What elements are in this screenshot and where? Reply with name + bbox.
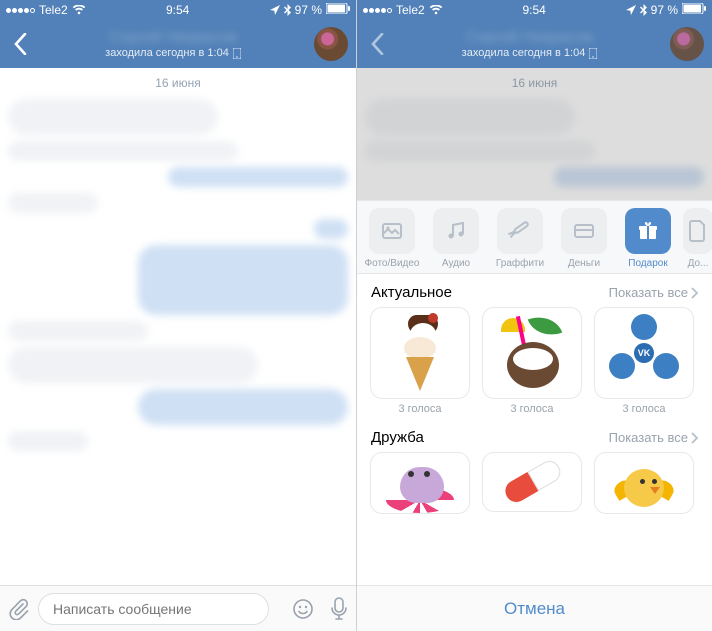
gift-price: 3 голоса xyxy=(510,403,553,415)
section-title: Дружба xyxy=(371,429,424,446)
gift-item-hippo[interactable] xyxy=(369,452,471,512)
wifi-icon xyxy=(429,5,443,15)
chat-header: Сергей Некрасов заходила сегодня в 1:04 xyxy=(0,20,356,68)
show-all-link[interactable]: Показать все xyxy=(609,430,698,445)
chat-header: Сергей Некрасов заходила сегодня в 1:04 xyxy=(357,20,712,68)
chat-title[interactable]: Сергей Некрасов xyxy=(38,28,308,47)
wifi-icon xyxy=(72,5,86,15)
attach-doc[interactable]: До... xyxy=(681,208,712,269)
message-input-wrap xyxy=(38,593,322,625)
gift-price: 3 голоса xyxy=(398,403,441,415)
composer xyxy=(0,585,356,631)
gifts-sheet[interactable]: Актуальное Показать все 3 голоса 3 голос… xyxy=(357,274,712,585)
gift-item-spinner[interactable]: VK 3 голоса xyxy=(593,307,695,415)
attach-label: Граффити xyxy=(496,258,544,269)
avatar[interactable] xyxy=(670,27,704,61)
battery-label: 97 % xyxy=(651,3,678,17)
battery-icon xyxy=(682,3,706,17)
brush-icon xyxy=(497,208,543,254)
message-in: xxxx xxxx xxxx xxxx xxxx xxxx xyxy=(365,141,595,161)
attach-gift[interactable]: Подарок xyxy=(617,208,679,269)
battery-label: 97 % xyxy=(295,3,322,17)
message-in[interactable]: xxxx xxxx xxxx xxxx xxxx xxxx xyxy=(8,141,238,161)
message-out[interactable]: xxxx xxxx xxxx xxxx xxxx xxxx xxxx xxxx … xyxy=(138,245,348,315)
gift-item-pill[interactable] xyxy=(481,452,583,512)
statusbar: Tele2 9:54 97 % xyxy=(0,0,356,20)
bluetooth-icon xyxy=(284,4,291,16)
attach-label: Деньги xyxy=(568,258,600,269)
attachment-bar[interactable]: Фото/Видео Аудио Граффити Деньги Подарок… xyxy=(357,200,712,274)
message-out[interactable]: xxxx xxxx xxxx xxxx xxxx xxxx xyxy=(138,389,348,425)
signal-dots-icon xyxy=(6,8,35,13)
gift-item-icecream[interactable]: 3 голоса xyxy=(369,307,471,415)
message-input[interactable] xyxy=(38,593,269,625)
messages-dimmed: 16 июня xxxx xxxx xxxx xxxx xxxx xxxx xx… xyxy=(357,68,712,200)
attach-graffiti[interactable]: Граффити xyxy=(489,208,551,269)
gift-item-chick[interactable] xyxy=(593,452,695,512)
bluetooth-icon xyxy=(640,4,647,16)
signal-dots-icon xyxy=(363,8,392,13)
mobile-icon xyxy=(589,48,597,59)
mic-icon[interactable] xyxy=(330,597,348,621)
message-out: xxxx xxxx xxxx xyxy=(554,167,704,187)
show-all-label: Показать все xyxy=(609,285,688,300)
message-out[interactable]: xx xyxy=(314,219,348,239)
clock-label: 9:54 xyxy=(166,3,189,17)
attach-label: До... xyxy=(688,258,709,269)
chat-title[interactable]: Сергей Некрасов xyxy=(395,28,664,47)
message-in: xxxx xxxx xxxx xxxx xxxx xyxy=(365,99,575,135)
back-icon[interactable] xyxy=(8,33,32,55)
photo-icon xyxy=(369,208,415,254)
message-in[interactable]: xxxx xxxx xxxx xyxy=(8,321,148,341)
show-all-link[interactable]: Показать все xyxy=(609,285,698,300)
cancel-label: Отмена xyxy=(504,599,565,619)
message-in[interactable]: xxxxxx 😊 xyxy=(8,193,98,213)
message-out[interactable]: xxxx xxxx xxxx xxxx xyxy=(168,167,348,187)
date-separator: 16 июня xyxy=(0,68,356,96)
chevron-right-icon xyxy=(690,287,698,299)
battery-icon xyxy=(326,3,350,17)
messages-scroll[interactable]: 16 июня xxxx xxxx xxxx xxxx xxxx xxxx xx… xyxy=(0,68,356,585)
message-in[interactable]: xxxx xxxx xxxx xxxx xxxx xyxy=(8,99,218,135)
location-icon xyxy=(626,5,636,15)
message-in[interactable]: xxxxx xyxy=(8,431,88,451)
carrier-label: Tele2 xyxy=(39,3,68,17)
screenshot-gifts: Tele2 9:54 97 % Сергей Некрасов заходила… xyxy=(356,0,712,631)
attach-icon[interactable] xyxy=(8,598,30,620)
section-title: Актуальное xyxy=(371,284,452,301)
last-seen-label: заходила сегодня в 1:04 xyxy=(462,47,586,60)
gift-icon xyxy=(625,208,671,254)
attach-label: Подарок xyxy=(628,258,667,269)
mobile-icon xyxy=(233,48,241,59)
gift-price: 3 голоса xyxy=(622,403,665,415)
chevron-right-icon xyxy=(690,432,698,444)
emoji-icon[interactable] xyxy=(292,598,314,620)
date-separator: 16 июня xyxy=(357,68,712,96)
location-icon xyxy=(270,5,280,15)
attach-money[interactable]: Деньги xyxy=(553,208,615,269)
clock-label: 9:54 xyxy=(522,3,545,17)
show-all-label: Показать все xyxy=(609,430,688,445)
attach-label: Фото/Видео xyxy=(365,258,420,269)
back-icon[interactable] xyxy=(365,33,389,55)
document-icon xyxy=(683,208,712,254)
avatar[interactable] xyxy=(314,27,348,61)
attach-label: Аудио xyxy=(442,258,470,269)
gift-item-coconut[interactable]: 3 голоса xyxy=(481,307,583,415)
cancel-button[interactable]: Отмена xyxy=(357,585,712,631)
attach-photo[interactable]: Фото/Видео xyxy=(361,208,423,269)
statusbar: Tele2 9:54 97 % xyxy=(357,0,712,20)
carrier-label: Tele2 xyxy=(396,3,425,17)
message-in[interactable]: xxxx xxxx xxxx xxxx xxxx xxxx xxxx xxxx xyxy=(8,347,258,383)
card-icon xyxy=(561,208,607,254)
screenshot-chat: Tele2 9:54 97 % Сергей Некрасов заходила… xyxy=(0,0,356,631)
last-seen-label: заходила сегодня в 1:04 xyxy=(105,47,229,60)
attach-audio[interactable]: Аудио xyxy=(425,208,487,269)
music-icon xyxy=(433,208,479,254)
